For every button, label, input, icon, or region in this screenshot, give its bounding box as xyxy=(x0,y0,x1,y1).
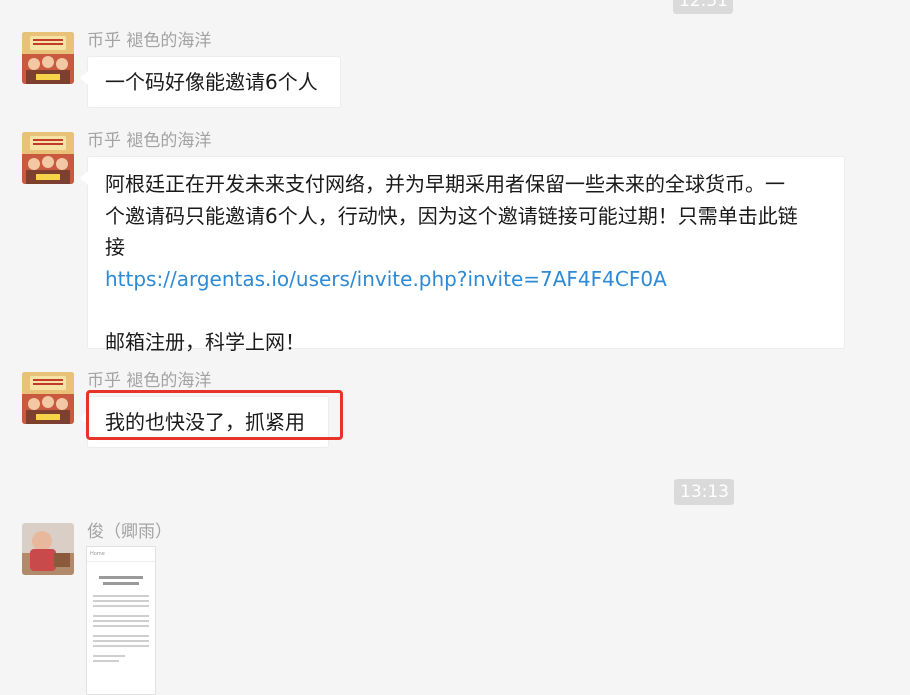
cartoon-avatar-icon xyxy=(22,132,74,184)
image-content-line xyxy=(93,595,149,597)
image-content-line xyxy=(103,582,139,585)
message-bubble[interactable]: 阿根廷正在开发未来支付网络，并为早期采用者保留一些未来的全球货币。一 个邀请码只… xyxy=(80,156,845,354)
avatar[interactable] xyxy=(22,372,74,424)
image-content-line xyxy=(93,600,149,602)
image-content-line xyxy=(93,645,149,647)
message-text-line: 邮箱注册，科学上网！ xyxy=(105,329,305,354)
invite-link[interactable]: https://argentas.io/users/invite.php?inv… xyxy=(105,264,827,296)
message-text-line: 接 xyxy=(105,235,125,259)
image-message[interactable]: Home xyxy=(86,546,156,695)
image-content-line xyxy=(93,635,149,637)
image-content-line xyxy=(93,605,149,607)
timestamp: 13:13 xyxy=(674,479,734,505)
sender-name: 币乎 褪色的海洋 xyxy=(87,31,212,51)
image-content-line xyxy=(93,625,149,627)
red-highlight-box xyxy=(86,390,343,440)
sender-name: 俊（卿雨） xyxy=(87,522,172,542)
child-photo-avatar-icon xyxy=(22,523,74,575)
chat-window: 12:51 币乎 褪色的海洋 一个码好像能邀请6个人 币乎 褪色的海洋 阿根廷正… xyxy=(0,0,910,695)
avatar[interactable] xyxy=(22,32,74,84)
message-text: 一个码好像能邀请6个人 xyxy=(105,70,318,94)
image-content-line xyxy=(93,655,125,657)
image-header-text: Home xyxy=(87,547,155,562)
image-content-line xyxy=(93,640,149,642)
cartoon-avatar-icon xyxy=(22,372,74,424)
sender-name: 币乎 褪色的海洋 xyxy=(87,371,212,391)
image-content-line xyxy=(99,576,143,579)
timestamp-top: 12:51 xyxy=(673,0,733,14)
sender-name: 币乎 褪色的海洋 xyxy=(87,131,212,151)
avatar[interactable] xyxy=(22,132,74,184)
message-text-line: 阿根廷正在开发未来支付网络，并为早期采用者保留一些未来的全球货币。一 xyxy=(105,172,785,196)
avatar[interactable] xyxy=(22,523,74,575)
cartoon-avatar-icon xyxy=(22,32,74,84)
image-content-line xyxy=(93,615,149,617)
image-content-line xyxy=(93,660,119,662)
message-bubble[interactable]: 一个码好像能邀请6个人 xyxy=(80,56,341,108)
image-content-line xyxy=(93,620,149,622)
message-text-line: 个邀请码只能邀请6个人，行动快，因为这个邀请链接可能过期！只需单击此链 xyxy=(105,203,798,228)
